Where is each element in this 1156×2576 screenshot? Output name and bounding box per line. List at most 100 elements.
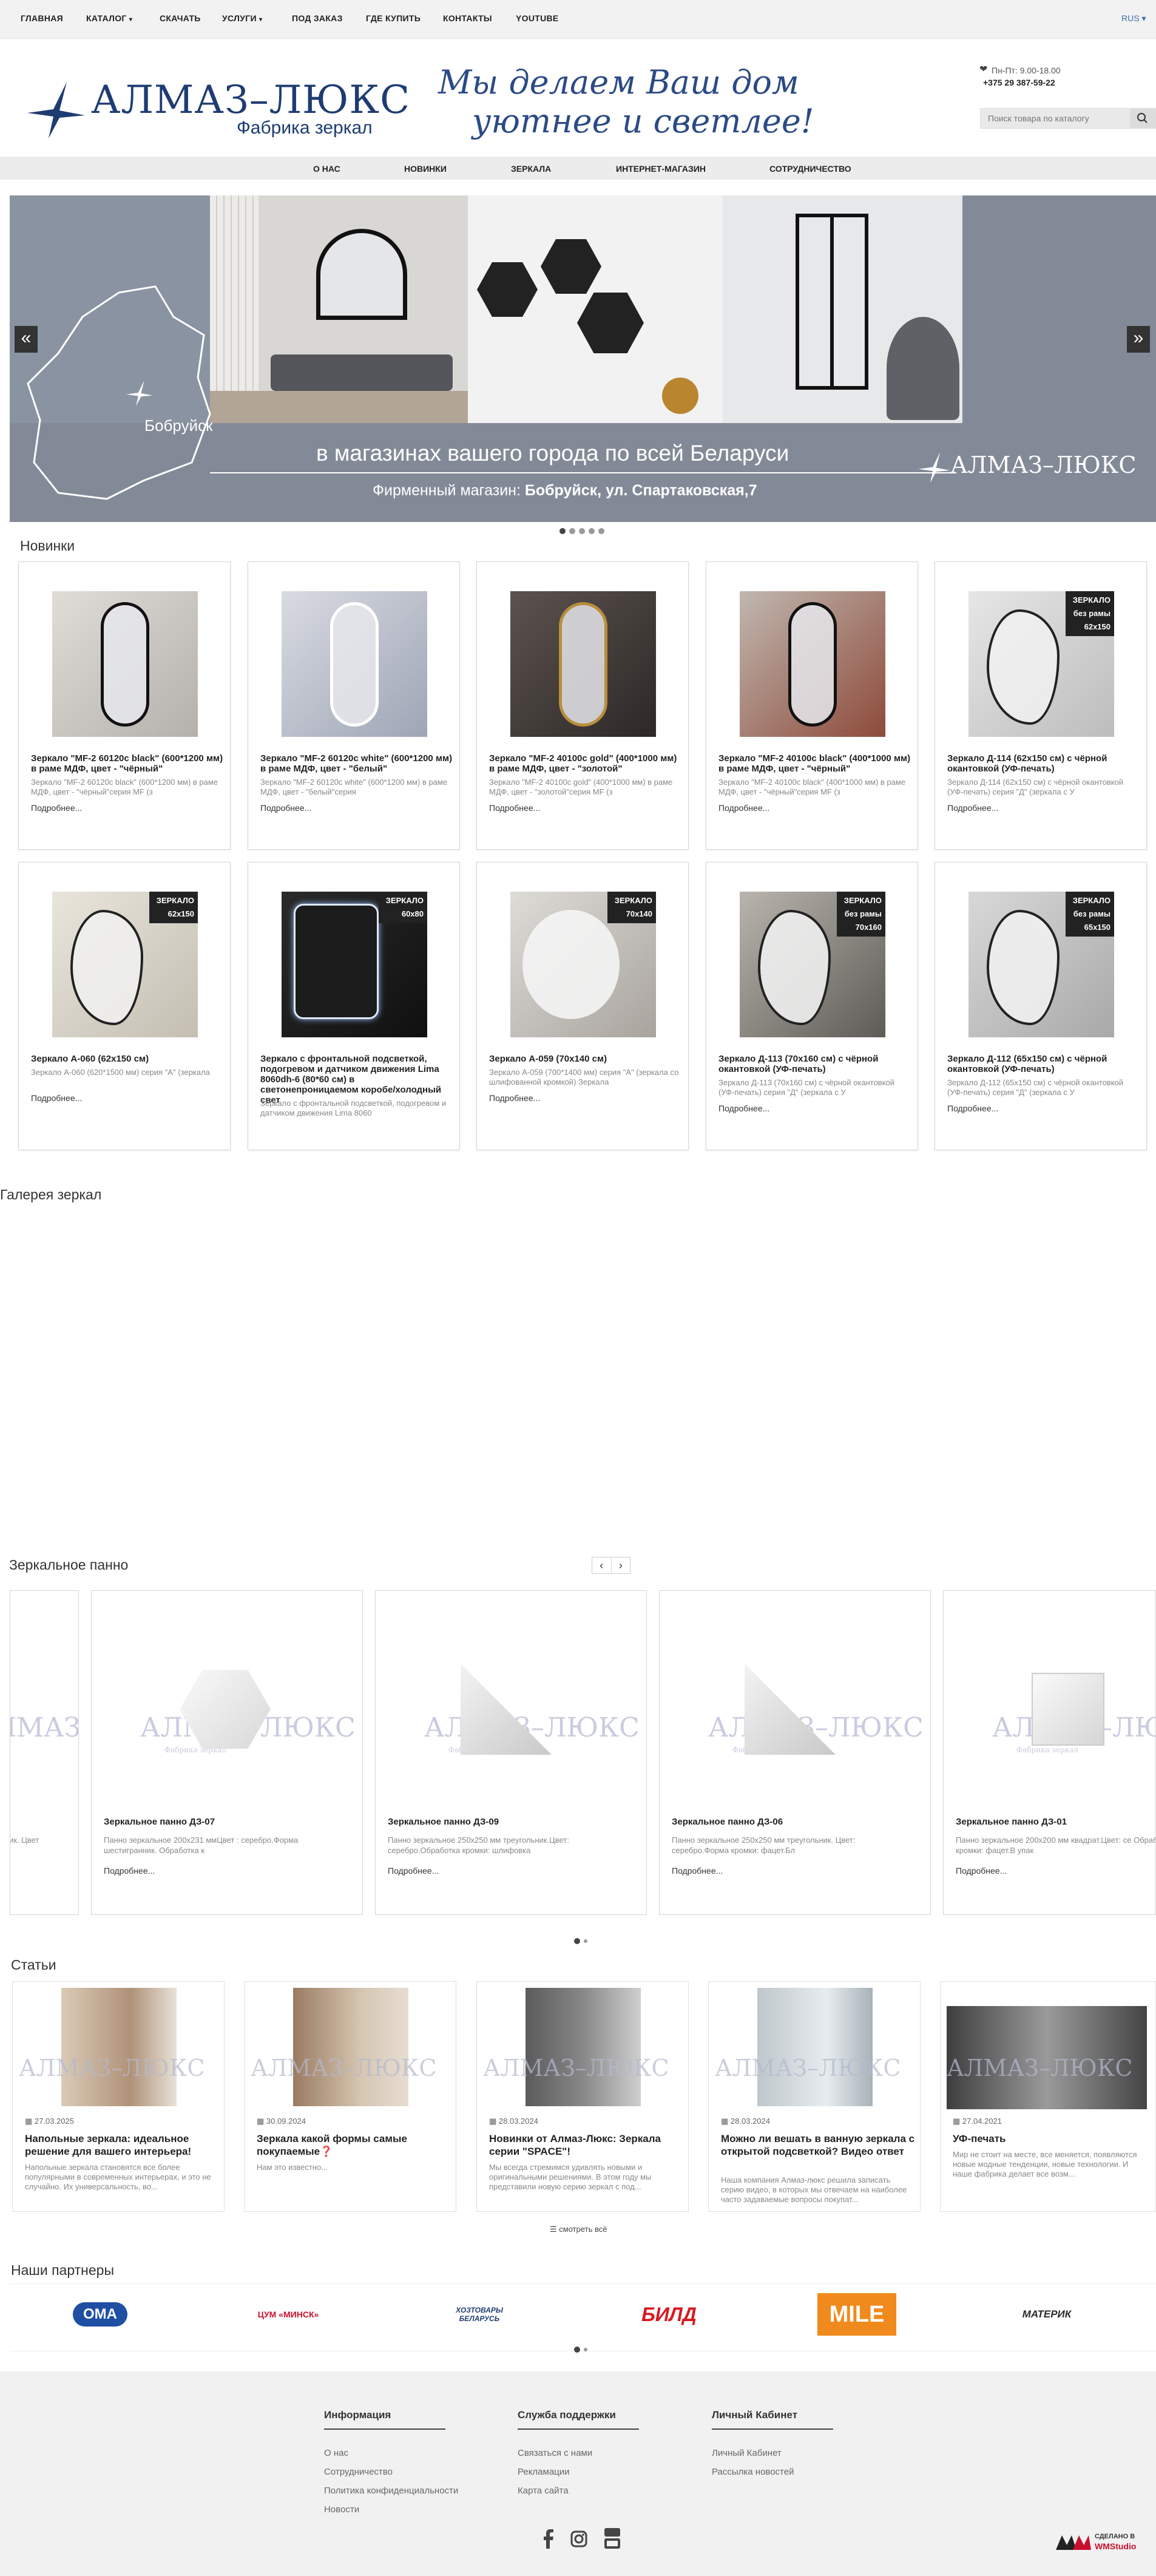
partner-logo-tsum[interactable]: ЦУМ «МИНСК» xyxy=(249,2293,328,2336)
more-link[interactable]: Подробнее... xyxy=(31,803,82,813)
article-title[interactable]: Можно ли вешать в ванную зеркала с откры… xyxy=(721,2132,915,2158)
product-image[interactable]: ЗЕРКАЛО 60х80 xyxy=(282,892,427,1037)
product-name[interactable]: Зеркало А-060 (62х150 см) xyxy=(31,1054,225,1064)
nav2-mirrors[interactable]: ЗЕРКАЛА xyxy=(511,164,551,174)
product-card[interactable]: ЗЕРКАЛО без рамы 70х160 Зеркало Д-113 (70… xyxy=(706,862,918,1150)
nav-download[interactable]: СКАЧАТЬ xyxy=(160,13,201,23)
product-image[interactable]: ЗЕРКАЛО без рамы 65х150 xyxy=(968,892,1114,1037)
product-card[interactable]: Зеркало "MF-2 40100c gold" (400*1000 мм)… xyxy=(476,561,689,850)
facebook-icon[interactable] xyxy=(542,2529,554,2549)
footer-link-news[interactable]: Новости xyxy=(324,2504,359,2515)
product-name[interactable]: Зеркало "MF-2 40100c gold" (400*1000 мм)… xyxy=(489,753,683,774)
footer-link-newsletter[interactable]: Рассылка новостей xyxy=(712,2467,794,2477)
product-name[interactable]: Зеркало Д-113 (70х160 см) с чёрной окант… xyxy=(718,1054,913,1074)
nav2-cooperation[interactable]: СОТРУДНИЧЕСТВО xyxy=(769,164,851,174)
article-card[interactable]: АЛМАЗ–ЛЮКС ▦ 28.03.2024 Можно ли вешать в … xyxy=(708,1981,921,2212)
panel-card-partial[interactable]: АЛМАЗ–ЛЮКС ик. Цвет xyxy=(10,1590,79,1915)
product-card[interactable]: ЗЕРКАЛО без рамы 62х150 Зеркало Д-114 (62… xyxy=(935,561,1147,850)
product-image[interactable]: ЗЕРКАЛО без рамы 70х160 xyxy=(740,892,885,1037)
nav-services[interactable]: УСЛУГИ ▾ xyxy=(222,13,262,23)
footer-link-account[interactable]: Личный Кабинет xyxy=(712,2448,782,2458)
article-card[interactable]: АЛМАЗ–ЛЮКС ▦ 27.03.2025 Напольные зеркала:… xyxy=(12,1981,225,2212)
more-link[interactable]: Подробнее... xyxy=(31,1093,82,1103)
search-button[interactable] xyxy=(1130,109,1155,128)
youtube-icon[interactable] xyxy=(603,2528,621,2550)
product-name[interactable]: Зеркало "MF-2 60120c black" (600*1200 мм… xyxy=(31,753,225,774)
slider-prev-button[interactable]: « xyxy=(15,326,38,353)
partner-logo-mile[interactable]: MILE xyxy=(817,2293,896,2336)
more-link[interactable]: Подробнее... xyxy=(947,1103,998,1113)
more-link[interactable]: Подробнее... xyxy=(104,1866,155,1876)
carousel-dot[interactable] xyxy=(574,2347,580,2353)
partner-logo-materik[interactable]: МАТЕРИК xyxy=(1001,2293,1092,2336)
panel-card[interactable]: АЛМАЗ–ЛЮКСФабрика зеркалЗеркальное панно… xyxy=(91,1590,363,1915)
footer-link-claims[interactable]: Рекламации xyxy=(518,2467,570,2477)
article-image[interactable] xyxy=(526,1988,641,2106)
slider-dot[interactable] xyxy=(569,528,575,534)
product-image[interactable] xyxy=(510,591,656,737)
carousel-dot[interactable] xyxy=(574,1938,580,1944)
panel-image[interactable] xyxy=(745,1664,836,1755)
nav-youtube[interactable]: YOUTUBE xyxy=(516,13,559,23)
partner-logo-oma[interactable]: ОМА xyxy=(67,2293,134,2336)
article-title[interactable]: УФ-печать xyxy=(953,2132,1147,2145)
article-card[interactable]: АЛМАЗ–ЛЮКС ▦ 27.04.2021 УФ-печать Мир не ст… xyxy=(940,1981,1156,2212)
phone-number[interactable]: +375 29 387-59-22 xyxy=(983,78,1055,87)
more-link[interactable]: Подробнее... xyxy=(718,803,769,813)
carousel-dot[interactable] xyxy=(584,2348,587,2351)
panels-prev-button[interactable]: ‹ xyxy=(592,1557,611,1573)
slider-dot[interactable] xyxy=(598,528,604,534)
nav-catalog[interactable]: КАТАЛОГ ▾ xyxy=(86,13,132,23)
panel-name[interactable]: Зеркальное панно ДЗ-01 xyxy=(956,1817,1067,1827)
slider-dot[interactable] xyxy=(579,528,585,534)
product-image[interactable]: ЗЕРКАЛО без рамы 62х150 xyxy=(968,591,1114,737)
product-name[interactable]: Зеркало А-059 (70х140 см) xyxy=(489,1054,683,1064)
article-card[interactable]: АЛМАЗ–ЛЮКС ▦ 28.03.2024 Новинки от Алмаз-Л… xyxy=(476,1981,689,2212)
product-name[interactable]: Зеркало "MF-2 40100c black" (400*1000 мм… xyxy=(718,753,913,774)
product-card[interactable]: Зеркало "MF-2 40100c black" (400*1000 мм… xyxy=(706,561,918,850)
slider-next-button[interactable]: » xyxy=(1127,326,1150,353)
product-card[interactable]: Зеркало "MF-2 60120c white" (600*1200 мм… xyxy=(248,561,460,850)
partner-logo-bild[interactable]: БИЛД xyxy=(628,2293,710,2336)
article-image[interactable] xyxy=(757,1988,873,2106)
article-title[interactable]: Напольные зеркала: идеальное решение для… xyxy=(25,2132,219,2158)
instagram-icon[interactable] xyxy=(570,2530,587,2547)
panel-name[interactable]: Зеркальное панно ДЗ-07 xyxy=(104,1817,215,1827)
panel-card[interactable]: АЛМАЗ–ЛЮКСФабрика зеркалЗеркальное панно… xyxy=(375,1590,647,1915)
product-card[interactable]: ЗЕРКАЛО без рамы 65х150 Зеркало Д-112 (65… xyxy=(935,862,1147,1150)
panel-name[interactable]: Зеркальное панно ДЗ-09 xyxy=(388,1817,499,1827)
product-image[interactable] xyxy=(740,591,885,737)
language-selector[interactable]: RUS ▾ xyxy=(1121,13,1146,24)
article-image[interactable] xyxy=(61,1988,177,2106)
more-link[interactable]: Подробнее... xyxy=(718,1103,769,1113)
product-name[interactable]: Зеркало с фронтальной подсветкой, подогр… xyxy=(260,1054,455,1105)
article-title[interactable]: Новинки от Алмаз-Люкс: Зеркала серии "SP… xyxy=(489,2132,683,2158)
product-name[interactable]: Зеркало Д-114 (62х150 см) с чёрной окант… xyxy=(947,753,1141,774)
nav-custom-order[interactable]: ПОД ЗАКАЗ xyxy=(292,13,343,23)
product-card[interactable]: ЗЕРКАЛО 70х140 Зеркало А-059 (70х140 см) З… xyxy=(476,862,689,1150)
search-input[interactable] xyxy=(981,109,1131,128)
more-link[interactable]: Подробнее... xyxy=(489,1093,540,1103)
panel-image[interactable] xyxy=(461,1664,552,1755)
footer-link-sitemap[interactable]: Карта сайта xyxy=(518,2486,569,2496)
nav2-new[interactable]: НОВИНКИ xyxy=(404,164,447,174)
product-card[interactable]: Зеркало "MF-2 60120c black" (600*1200 мм… xyxy=(18,561,231,850)
panel-card[interactable]: АЛМАЗ–ЛЮКСФабрика зеркалЗеркальное панно… xyxy=(659,1590,931,1915)
article-title[interactable]: Зеркала какой формы самые покупаемые❓ xyxy=(257,2132,451,2158)
more-link[interactable]: Подробнее... xyxy=(672,1866,723,1876)
footer-link-privacy[interactable]: Политика конфиденциальности xyxy=(324,2486,458,2496)
product-image[interactable]: ЗЕРКАЛО 70х140 xyxy=(510,892,656,1037)
more-link[interactable]: Подробнее... xyxy=(388,1866,439,1876)
more-link[interactable]: Подробнее... xyxy=(489,803,540,813)
nav-contacts[interactable]: КОНТАКТЫ xyxy=(443,13,492,23)
carousel-dot[interactable] xyxy=(584,1939,587,1943)
panel-image[interactable] xyxy=(1032,1673,1104,1746)
nav2-shop[interactable]: ИНТЕРНЕТ-МАГАЗИН xyxy=(616,164,706,174)
footer-link-about[interactable]: О нас xyxy=(324,2448,348,2458)
product-card[interactable]: ЗЕРКАЛО 62х150 Зеркало А-060 (62х150 см) З… xyxy=(18,862,231,1150)
nav-where-to-buy[interactable]: ГДЕ КУПИТЬ xyxy=(366,13,421,23)
see-all-link[interactable]: ☰ смотреть всё xyxy=(550,2225,607,2234)
article-card[interactable]: АЛМАЗ–ЛЮКС ▦ 30.09.2024 Зеркала какой форм… xyxy=(244,1981,456,2212)
site-logo[interactable]: АЛМАЗ–ЛЮКС Фабрика зеркал xyxy=(24,61,410,152)
slider-dot[interactable] xyxy=(589,528,595,534)
